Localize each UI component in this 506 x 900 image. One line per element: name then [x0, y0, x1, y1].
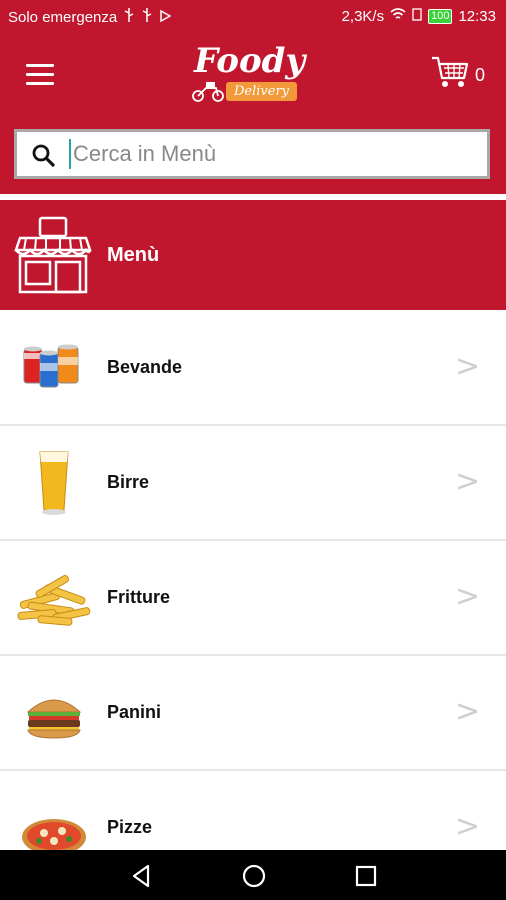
burger-icon — [14, 676, 94, 752]
section-title: Menù — [107, 244, 160, 266]
menu-item-label: Fritture — [107, 587, 170, 607]
menu-item-label: Bevande — [107, 357, 183, 377]
menu-section-header: Menù — [0, 200, 506, 310]
status-bar: Solo emergenza 2,3K/s 100 12:33 — [0, 0, 506, 34]
play-icon — [159, 9, 172, 26]
menu-item-bevande[interactable]: Bevande > — [0, 311, 506, 426]
search-input[interactable] — [69, 139, 473, 169]
battery-indicator: 100 — [428, 9, 453, 24]
clock: 12:33 — [458, 8, 496, 25]
menu-item-fritture[interactable]: Fritture > — [0, 541, 506, 656]
app-logo: Foody Delivery — [190, 44, 305, 107]
menu-item-label: Pizze — [107, 817, 153, 837]
menu-hamburger-icon[interactable] — [26, 64, 54, 86]
menu-item-panini[interactable]: Panini > — [0, 656, 506, 771]
logo-title: Foody — [194, 41, 306, 81]
home-icon[interactable] — [240, 862, 268, 890]
search-bar-container — [0, 124, 506, 194]
shop-icon — [14, 216, 92, 299]
beer-glass-icon — [14, 446, 94, 522]
usb-icon — [123, 8, 135, 26]
chevron-right-icon: > — [455, 349, 481, 384]
system-navigation-bar — [0, 850, 506, 900]
menu-item-birre[interactable]: Birre > — [0, 426, 506, 541]
menu-list: Bevande > Birre > Fritture > Panini > Pi… — [0, 311, 506, 886]
usb-icon — [141, 8, 153, 26]
menu-item-label: Panini — [107, 702, 162, 722]
carrier-label: Solo emergenza — [8, 8, 118, 26]
back-icon[interactable] — [128, 862, 156, 890]
drinks-cans-icon — [14, 331, 94, 407]
wifi-icon — [390, 8, 406, 25]
french-fries-icon — [14, 561, 94, 637]
chevron-right-icon: > — [455, 579, 481, 614]
logo-badge: Delivery — [226, 82, 298, 101]
chevron-right-icon: > — [455, 464, 481, 499]
recent-apps-icon[interactable] — [352, 862, 380, 890]
chevron-right-icon: > — [455, 694, 481, 729]
search-icon — [31, 143, 57, 174]
scooter-icon — [190, 80, 226, 107]
chevron-right-icon: > — [455, 809, 481, 844]
menu-item-label: Birre — [107, 472, 150, 492]
app-bar: Foody Delivery 0 — [0, 34, 506, 124]
network-speed: 2,3K/s — [341, 8, 385, 25]
cart-icon[interactable] — [430, 54, 470, 94]
cart-count: 0 — [475, 65, 486, 85]
search-box — [14, 129, 490, 179]
sim-icon — [412, 8, 422, 25]
